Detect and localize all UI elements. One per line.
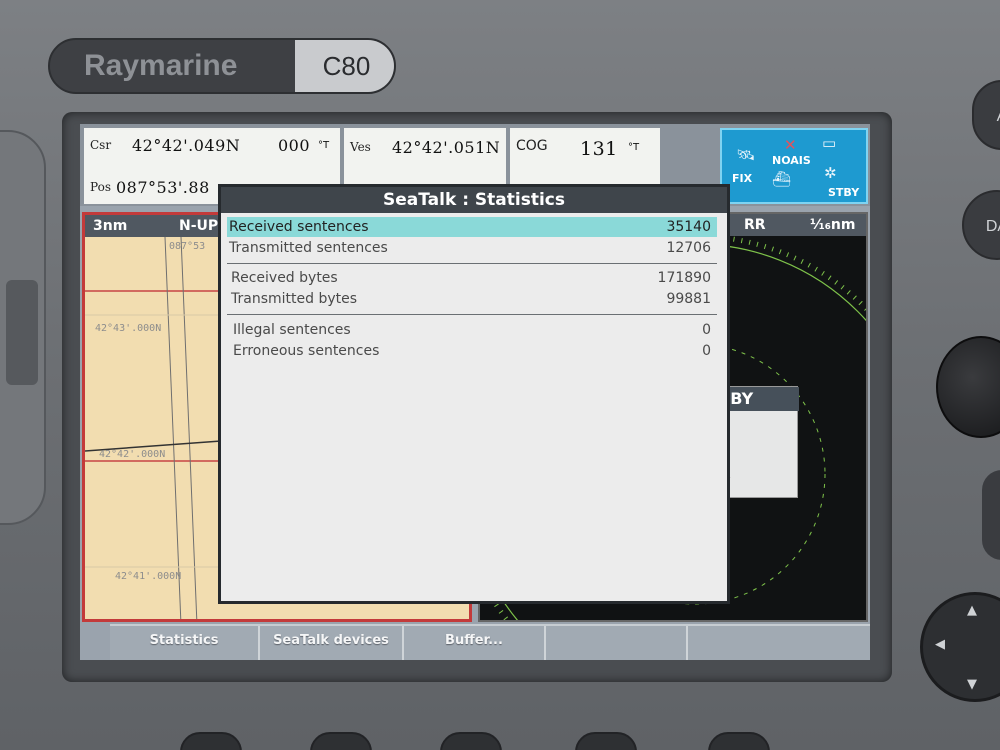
bottom-hardware-button-4[interactable] — [575, 732, 637, 750]
seatalk-statistics-dialog: SeaTalk : Statistics Received sentences … — [218, 184, 730, 604]
stat-label: Transmitted bytes — [231, 291, 358, 307]
chart-lat-label-2: 42°42'.000N — [99, 449, 166, 460]
stat-label: Received bytes — [231, 270, 338, 286]
radar-mode: RR — [744, 217, 766, 233]
stat-value: 171890 — [657, 270, 711, 286]
stat-row-erroneous-sentences[interactable]: Erroneous sentences 0 — [227, 341, 717, 361]
softkey-statistics[interactable]: Statistics — [110, 626, 260, 660]
pos-longitude: 087°53'.88 — [116, 178, 210, 197]
cog-label: COG — [516, 138, 548, 154]
softkey-empty-4[interactable] — [546, 626, 688, 660]
divider — [227, 263, 717, 264]
stat-label: Illegal sentences — [233, 322, 351, 338]
boat-icon: ⛴ — [772, 170, 792, 188]
softkey-buffer[interactable]: Buffer... — [404, 626, 546, 660]
chart-lat-label-3: 42°41'.000N — [115, 571, 182, 582]
trackpad-down-arrow-icon: ▼ — [967, 677, 977, 692]
radar-wheel-icon: ✲ — [824, 164, 837, 182]
card-slot-latch[interactable] — [6, 280, 38, 385]
ais-status: NOAIS — [772, 154, 811, 167]
trackpad-up-arrow-icon: ▲ — [967, 603, 977, 618]
ves-label: Ves — [350, 140, 371, 154]
csr-label: Csr — [90, 138, 112, 152]
stat-row-transmitted-bytes[interactable]: Transmitted bytes 99881 — [227, 289, 717, 309]
stat-value: 12706 — [666, 240, 711, 256]
chart-lon-label: 087°53 — [169, 241, 206, 252]
softkey-bar: Statistics SeaTalk devices Buffer... — [110, 624, 870, 660]
csr-unit: °T — [318, 140, 330, 151]
stat-label: Received sentences — [229, 219, 369, 235]
stat-label: Erroneous sentences — [233, 343, 380, 359]
stat-value: 35140 — [666, 219, 711, 235]
gps-fix-status: FIX — [732, 172, 753, 185]
radar-scanner-icon: ▭ — [822, 134, 837, 152]
bottom-hardware-button-2[interactable] — [310, 732, 372, 750]
cog-unit: °T — [628, 142, 640, 153]
stat-value: 0 — [702, 322, 711, 338]
softkey-seatalk-devices[interactable]: SeaTalk devices — [260, 626, 404, 660]
radar-range: ⅟₁₆nm — [810, 217, 856, 233]
ves-latitude: 42°42'.051N — [392, 138, 501, 157]
model-label: C80 — [295, 40, 394, 92]
stat-row-received-bytes[interactable]: Received bytes 171890 — [227, 268, 717, 288]
side-button[interactable] — [982, 470, 1000, 560]
stat-row-illegal-sentences[interactable]: Illegal sentences 0 — [227, 320, 717, 340]
bottom-hardware-button-3[interactable] — [440, 732, 502, 750]
gps-satellite-icon: 🛰 — [736, 146, 756, 164]
trackpad[interactable]: ◀ ▲ ▼ — [920, 592, 1000, 702]
stat-label: Transmitted sentences — [229, 240, 388, 256]
dialog-title: SeaTalk : Statistics — [221, 187, 727, 213]
csr-latitude: 42°42'.049N — [132, 136, 241, 155]
trackpad-left-arrow-icon: ◀ — [935, 637, 945, 652]
brand-logo: Raymarine — [84, 49, 238, 82]
hardware-button-a[interactable]: A — [972, 80, 1000, 150]
cursor-data-cell: Csr 42°42'.049N 000 °T — [84, 128, 340, 176]
rotary-knob[interactable] — [936, 336, 1000, 438]
brand-plate: Raymarine C80 — [48, 38, 396, 94]
cog-value: 131 — [580, 138, 618, 160]
stat-row-received-sentences[interactable]: Received sentences 35140 — [227, 217, 717, 237]
pos-label: Pos — [90, 180, 111, 194]
hardware-button-data[interactable]: DA — [962, 190, 1000, 260]
csr-bearing: 000 — [278, 136, 311, 155]
chart-lat-label-1: 42°43'.000N — [95, 323, 162, 334]
divider — [227, 314, 717, 315]
ais-off-icon: ✕ — [784, 136, 797, 154]
bottom-hardware-button-5[interactable] — [708, 732, 770, 750]
bottom-hardware-button-1[interactable] — [180, 732, 242, 750]
stat-value: 99881 — [666, 291, 711, 307]
lcd-screen: Csr 42°42'.049N 000 °T Pos 087°53'.88 Ve… — [80, 124, 870, 660]
stat-row-transmitted-sentences[interactable]: Transmitted sentences 12706 — [227, 238, 717, 258]
status-panel: 🛰 FIX ✕ NOAIS ⛴ ▭ ✲ STBY — [720, 128, 868, 204]
stat-value: 0 — [702, 343, 711, 359]
radar-status: STBY — [828, 186, 860, 199]
softkey-empty-5[interactable] — [688, 626, 830, 660]
